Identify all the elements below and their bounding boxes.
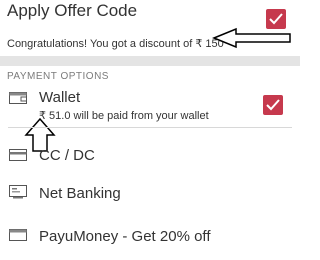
offer-discount-message: Congratulations! You got a discount of ₹… xyxy=(7,38,224,50)
payumoney-icon xyxy=(9,229,27,241)
card-label: CC / DC xyxy=(39,147,95,164)
payment-option-payumoney[interactable]: PayuMoney - Get 20% off xyxy=(0,220,300,250)
payment-options-heading: PAYMENT OPTIONS xyxy=(7,71,109,82)
card-icon xyxy=(9,149,27,161)
netbanking-label: Net Banking xyxy=(39,185,121,202)
wallet-icon xyxy=(9,92,27,104)
offer-code-checkbox[interactable] xyxy=(266,9,286,29)
section-separator xyxy=(0,56,300,66)
wallet-payment-note: ₹ 51.0 will be paid from your wallet xyxy=(39,110,209,122)
offer-code-title: Apply Offer Code xyxy=(7,1,138,20)
wallet-checkbox[interactable] xyxy=(263,95,283,115)
checkmark-icon xyxy=(269,13,283,25)
divider xyxy=(8,127,292,128)
left-arrow-annotation xyxy=(212,27,291,49)
payment-option-netbanking[interactable]: Net Banking xyxy=(0,178,300,208)
payumoney-label: PayuMoney - Get 20% off xyxy=(39,228,211,245)
bank-icon xyxy=(9,185,27,199)
wallet-label: Wallet xyxy=(39,89,81,106)
payment-option-card[interactable]: CC / DC xyxy=(0,138,300,168)
checkmark-icon xyxy=(266,99,280,111)
